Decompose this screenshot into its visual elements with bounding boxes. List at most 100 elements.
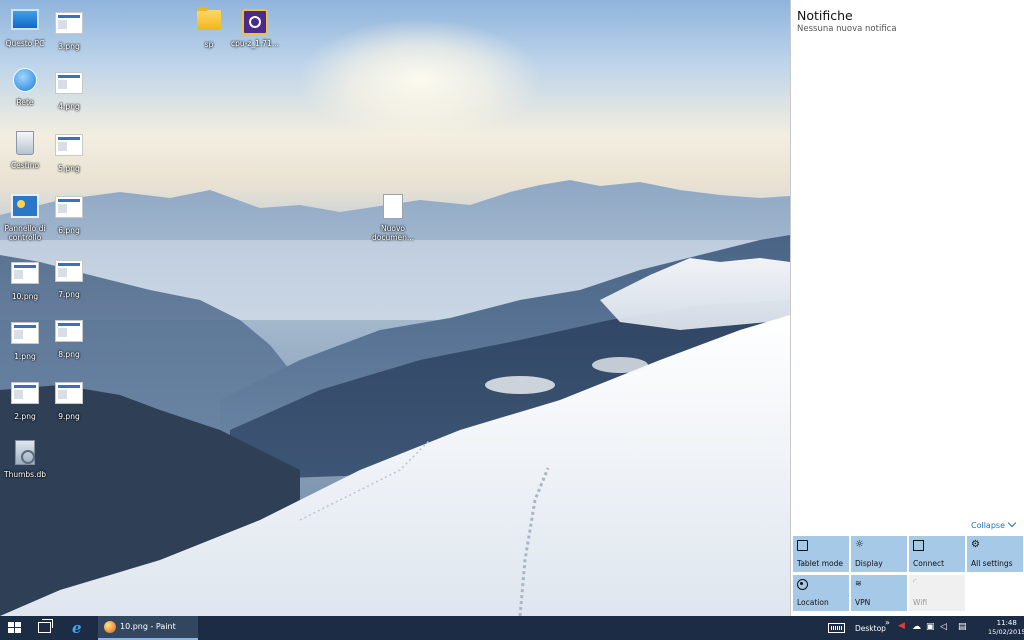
desktop-icon-label: Thumbs.db [4,470,46,479]
brightness-icon: ☼ [855,539,864,550]
desktop-icon-file[interactable]: 7.png [44,256,94,299]
desktop-icon-file[interactable]: 4.png [44,68,94,111]
network-tray-icon[interactable]: ▣ [926,622,935,633]
desktop-icon-control-panel[interactable]: Pannello di controllo [0,190,50,242]
desktop-icon-label: Nuovo documen... [371,224,415,242]
chevron-down-icon [1007,518,1017,528]
quick-action-tablet-mode[interactable]: Tablet mode [793,536,849,572]
desktop-icon-label: 1.png [14,352,36,361]
tile-label: Connect [913,559,945,568]
desktop-icon-label: 4.png [58,102,80,111]
quick-action-connect[interactable]: Connect [909,536,965,572]
volume-icon[interactable]: ◁ [940,622,947,633]
desktop-icon-file[interactable]: 10.png [0,258,50,301]
tablet-mode-icon [797,540,808,551]
desktop-icon-this-pc[interactable]: Questo PC [0,6,50,48]
taskbar-app-paint[interactable]: 10.png - Paint [98,616,198,640]
desktop-icon-file[interactable]: 2.png [0,378,50,421]
desktop-icon-label: 2.png [14,412,36,421]
desktop-icon-file[interactable]: 1.png [0,318,50,361]
image-thumbnail-icon [55,320,83,342]
clock-date: 15/02/2015 [988,628,1024,636]
image-thumbnail-icon [55,382,83,404]
desktop-icon-label: Cestino [10,161,40,170]
desktop-wallpaper[interactable] [0,0,790,616]
image-thumbnail-icon [55,12,83,34]
image-thumbnail-icon [11,262,39,284]
wallpaper-mountains [0,180,790,616]
action-center-panel: Notifiche Nessuna nuova notifica Collaps… [790,0,1024,616]
vpn-icon: ≋ [855,579,862,588]
wifi-icon: ◜ [913,578,917,588]
image-thumbnail-icon [55,196,83,218]
clock[interactable]: 11:48 15/02/2015 [988,619,1024,637]
desktop-icon-folder-sp[interactable]: sp [184,6,234,49]
text-document-icon [383,194,403,219]
touch-keyboard-icon[interactable] [828,623,845,633]
desktop-icon-label: 9.png [58,412,80,421]
start-button[interactable] [8,622,22,634]
tile-label: Display [855,559,883,568]
location-icon [797,579,808,590]
desktop-icon-label: Pannello di controllo [4,224,46,242]
desktop-icon-cpu-z[interactable]: cpu-z_1.71... [230,6,280,48]
desktop-icon-file[interactable]: 6.png [44,192,94,235]
desktop-icon-file[interactable]: 8.png [44,316,94,359]
desktop-icon-label: Rete [16,98,34,107]
desktop-icon-label: cpu-z_1.71... [231,39,279,48]
quick-action-wifi[interactable]: ◜ Wifi [909,575,965,611]
cloud-icon[interactable]: ☁ [912,622,921,633]
desktop-icon-file[interactable]: 5.png [44,130,94,173]
computer-icon [11,9,39,30]
quick-action-location[interactable]: Location [793,575,849,611]
volume-muted-indicator-icon[interactable]: ◀ [898,621,905,631]
quick-action-display[interactable]: ☼ Display [851,536,907,572]
image-thumbnail-icon [55,134,83,156]
control-panel-icon [11,194,39,218]
tile-label: Wifi [913,598,928,607]
toolbar-overflow-icon[interactable]: » [885,618,890,627]
settings-file-icon [15,440,35,465]
desktop-icon-label: 8.png [58,350,80,359]
image-thumbnail-icon [11,322,39,344]
gear-icon: ⚙ [971,539,980,550]
folder-icon [197,7,221,30]
desktop-icon-recycle-bin[interactable]: Cestino [0,128,50,170]
notifications-title: Notifiche [797,8,853,23]
desktop-toolbar-label[interactable]: Desktop [855,624,886,633]
tile-label: Location [797,598,829,607]
taskbar: e 10.png - Paint Desktop » ◀ ☁ ▣ ◁ ▤ 11:… [0,616,1024,640]
internet-explorer-icon[interactable]: e [72,620,82,636]
cpu-z-icon [242,9,268,35]
action-center-icon[interactable]: ▤ [958,622,967,633]
desktop-icon-thumbs-db[interactable]: Thumbs.db [0,438,50,479]
collapse-label: Collapse [971,521,1005,530]
desktop-icon-network[interactable]: Rete [0,66,50,107]
tile-label: All settings [971,559,1013,568]
desktop-icon-new-document[interactable]: Nuovo documen... [368,192,418,242]
collapse-link[interactable]: Collapse [971,518,1017,530]
tile-label: Tablet mode [797,559,843,568]
desktop-icon-label: 10.png [11,292,39,301]
desktop-icon-file[interactable]: 9.png [44,378,94,421]
image-thumbnail-icon [55,72,83,94]
quick-action-vpn[interactable]: ≋ VPN [851,575,907,611]
tile-label: VPN [855,598,871,607]
windows-logo-icon [8,622,14,627]
desktop-icon-label: 3.png [58,42,80,51]
no-notifications-text: Nessuna nuova notifica [797,24,897,34]
desktop-icon-label: 6.png [58,226,80,235]
desktop-icon-label: Questo PC [5,39,45,48]
recycle-bin-icon [16,131,34,155]
clock-time: 11:48 [996,619,1017,627]
task-view-icon[interactable] [38,619,53,633]
desktop-icon-label: 7.png [58,290,80,299]
quick-action-all-settings[interactable]: ⚙ All settings [967,536,1023,572]
desktop-icon-label: sp [204,40,214,49]
image-thumbnail-icon [55,260,83,282]
taskbar-app-label: 10.png - Paint [120,622,176,631]
desktop-icon-label: 5.png [58,164,80,173]
connect-icon [913,540,924,551]
desktop-icon-file[interactable]: 3.png [44,8,94,51]
network-icon [13,68,37,92]
